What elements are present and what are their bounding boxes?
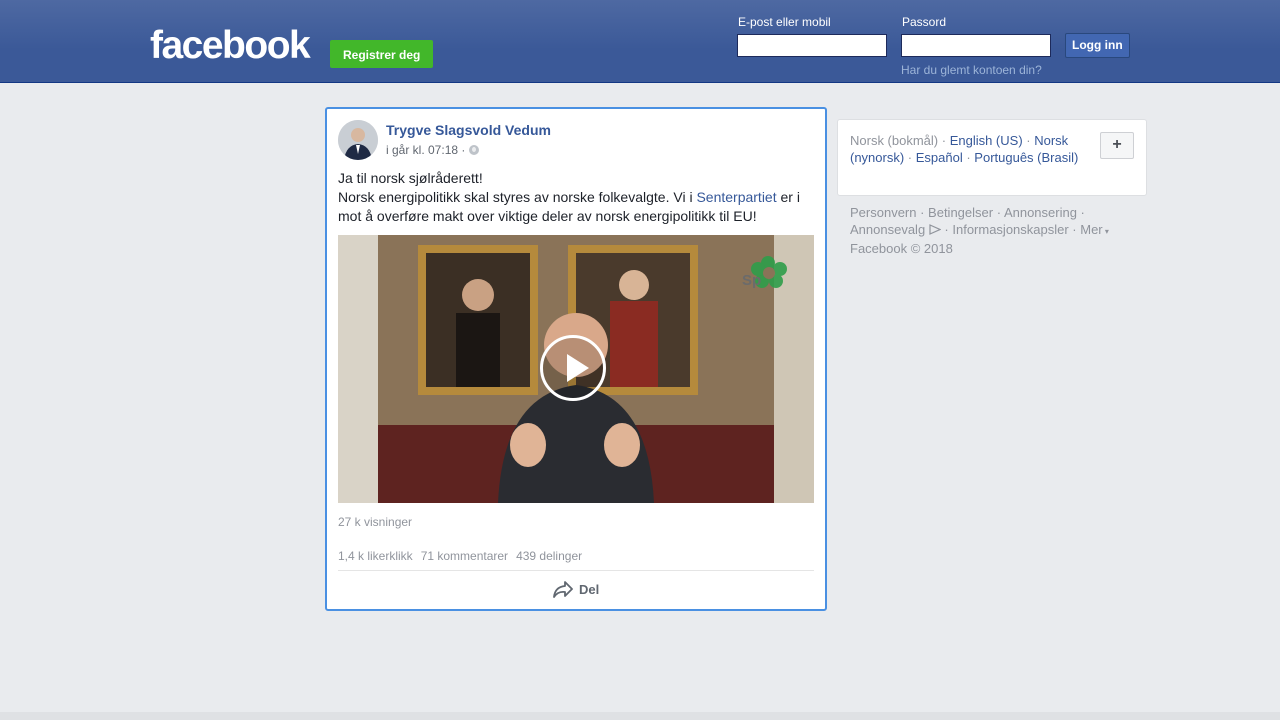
engagement-stats: 1,4 k likerklikk 71 kommentarer 439 deli… xyxy=(338,549,582,563)
footer-link-adchoices[interactable]: Annonsevalg xyxy=(850,222,925,237)
comment-count[interactable]: 71 kommentarer xyxy=(421,549,508,563)
footer-link-privacy[interactable]: Personvern xyxy=(850,205,916,220)
share-count[interactable]: 439 delinger xyxy=(516,549,582,563)
language-selector: Norsk (bokmål) · English (US) · Norsk (n… xyxy=(837,119,1147,196)
email-label: E-post eller mobil xyxy=(738,15,831,29)
language-english[interactable]: English (US) xyxy=(950,133,1023,148)
email-field[interactable] xyxy=(737,34,887,57)
view-count: 27 k visninger xyxy=(338,515,413,529)
post-text-part-a: Norsk energipolitikk skal styres av nors… xyxy=(338,189,693,205)
author-name[interactable]: Trygve Slagsvold Vedum xyxy=(386,122,551,138)
facebook-logo[interactable]: facebook xyxy=(150,26,311,66)
post-timestamp: i går kl. 07:18 · xyxy=(386,143,480,157)
bottom-bar xyxy=(0,712,1280,720)
avatar[interactable] xyxy=(338,120,378,160)
footer-links: Personvern · Betingelser · Annonsering ·… xyxy=(850,205,1109,256)
language-portuguese[interactable]: Português (Brasil) xyxy=(974,150,1078,165)
footer-link-advertising[interactable]: Annonsering xyxy=(1004,205,1077,220)
footer-link-cookies[interactable]: Informasjonskapsler xyxy=(952,222,1068,237)
post-card: Trygve Slagsvold Vedum i går kl. 07:18 ·… xyxy=(325,107,827,611)
video-logo-text: Sp xyxy=(742,272,762,289)
senterpartiet-link[interactable]: Senterpartiet xyxy=(696,189,776,205)
password-field[interactable] xyxy=(901,34,1051,57)
language-spanish[interactable]: Español xyxy=(916,150,963,165)
share-label: Del xyxy=(579,582,600,597)
timestamp-text[interactable]: i går kl. 07:18 · xyxy=(386,143,465,157)
chevron-down-icon: ▾ xyxy=(1102,227,1109,236)
login-button[interactable]: Logg inn xyxy=(1065,33,1130,58)
password-label: Passord xyxy=(902,15,947,29)
footer-link-terms[interactable]: Betingelser xyxy=(928,205,993,220)
copyright: Facebook © 2018 xyxy=(850,241,953,256)
language-list: Norsk (bokmål) · English (US) · Norsk (n… xyxy=(850,133,1079,165)
share-icon xyxy=(553,581,573,598)
post-text-line-2: Norsk energipolitikk skal styres av nors… xyxy=(338,188,814,226)
post-text: Ja til norsk sjølråderett! Norsk energip… xyxy=(338,169,814,226)
forgot-account-link[interactable]: Har du glemt kontoen din? xyxy=(901,63,1042,77)
post-text-line-1: Ja til norsk sjølråderett! xyxy=(338,170,483,186)
share-button[interactable]: Del xyxy=(553,581,599,598)
language-current: Norsk (bokmål) xyxy=(850,133,939,148)
video-player[interactable]: Sp xyxy=(338,235,814,503)
play-icon[interactable] xyxy=(540,335,606,401)
footer-link-more[interactable]: Mer xyxy=(1080,222,1102,237)
register-button[interactable]: Registrer deg xyxy=(330,40,434,68)
adchoices-icon xyxy=(929,224,942,235)
divider xyxy=(338,570,814,571)
like-count[interactable]: 1,4 k likerklikk xyxy=(338,549,413,563)
add-language-button[interactable]: + xyxy=(1100,132,1134,159)
top-bar: facebook Registrer deg E-post eller mobi… xyxy=(0,0,1280,83)
globe-icon xyxy=(469,145,480,155)
